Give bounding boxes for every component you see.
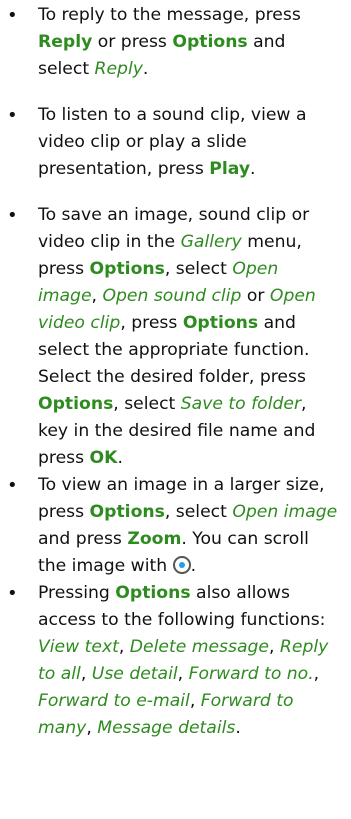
text: , <box>313 664 320 684</box>
list-item-zoom: • To view an image in a larger size, pre… <box>7 472 338 580</box>
menu-delete-message: Delete message <box>129 637 269 657</box>
text: , <box>80 664 92 684</box>
menu-forward-to-email: Forward to e-mail <box>38 691 190 711</box>
bullet-icon: • <box>7 583 18 604</box>
text: or <box>241 286 270 306</box>
text: , select <box>113 394 181 414</box>
menu-message-details: Message details <box>97 718 236 738</box>
text: , select <box>164 502 233 522</box>
text: . <box>190 556 197 576</box>
text: , press <box>120 313 183 333</box>
menu-save-to-folder: Save to folder <box>180 394 302 414</box>
text: or press <box>92 32 173 52</box>
text: and press <box>38 529 128 549</box>
text: . <box>235 718 241 738</box>
text: . <box>117 448 123 468</box>
keyword-options: Options <box>89 502 165 522</box>
keyword-options: Options <box>172 32 248 52</box>
keyword-play: Play <box>209 159 251 179</box>
menu-open-image: Open image <box>232 502 338 522</box>
menu-reply: Reply <box>94 59 143 79</box>
text: , <box>177 664 189 684</box>
menu-gallery: Gallery <box>180 232 242 252</box>
keyword-ok: OK <box>89 448 118 468</box>
text: , <box>91 286 103 306</box>
keyword-options: Options <box>89 259 165 279</box>
keyword-reply: Reply <box>38 32 93 52</box>
keyword-options: Options <box>182 313 259 333</box>
list-item-options-functions: • Pressing Options also allows access to… <box>7 580 338 742</box>
menu-view-text: View text <box>38 637 119 657</box>
text: Pressing <box>38 583 116 603</box>
text: , <box>118 637 130 657</box>
text: To reply to the message, press <box>38 5 301 25</box>
menu-forward-to-no: Forward to no. <box>188 664 314 684</box>
keyword-options: Options <box>38 394 114 414</box>
bullet-icon: • <box>7 475 18 496</box>
bullet-icon: • <box>7 105 18 126</box>
list-item-play: • To listen to a sound clip, view a vide… <box>7 102 338 183</box>
menu-use-detail: Use detail <box>91 664 178 684</box>
scroll-key-icon <box>172 556 191 574</box>
keyword-zoom: Zoom <box>127 529 182 549</box>
text: . <box>142 59 149 79</box>
list-item-save: • To save an image, sound clip or video … <box>7 202 338 472</box>
text: , <box>189 691 201 711</box>
list-item-reply: • To reply to the message, press Reply o… <box>7 2 338 83</box>
menu-open-sound-clip: Open sound clip <box>102 286 242 306</box>
bullet-icon: • <box>7 205 18 226</box>
text: . <box>250 159 256 179</box>
text: , <box>268 637 280 657</box>
bullet-icon: • <box>7 5 18 26</box>
text: , <box>86 718 98 738</box>
keyword-options: Options <box>115 583 191 603</box>
text: To listen to a sound clip, view a video … <box>38 105 307 179</box>
text: , select <box>164 259 233 279</box>
